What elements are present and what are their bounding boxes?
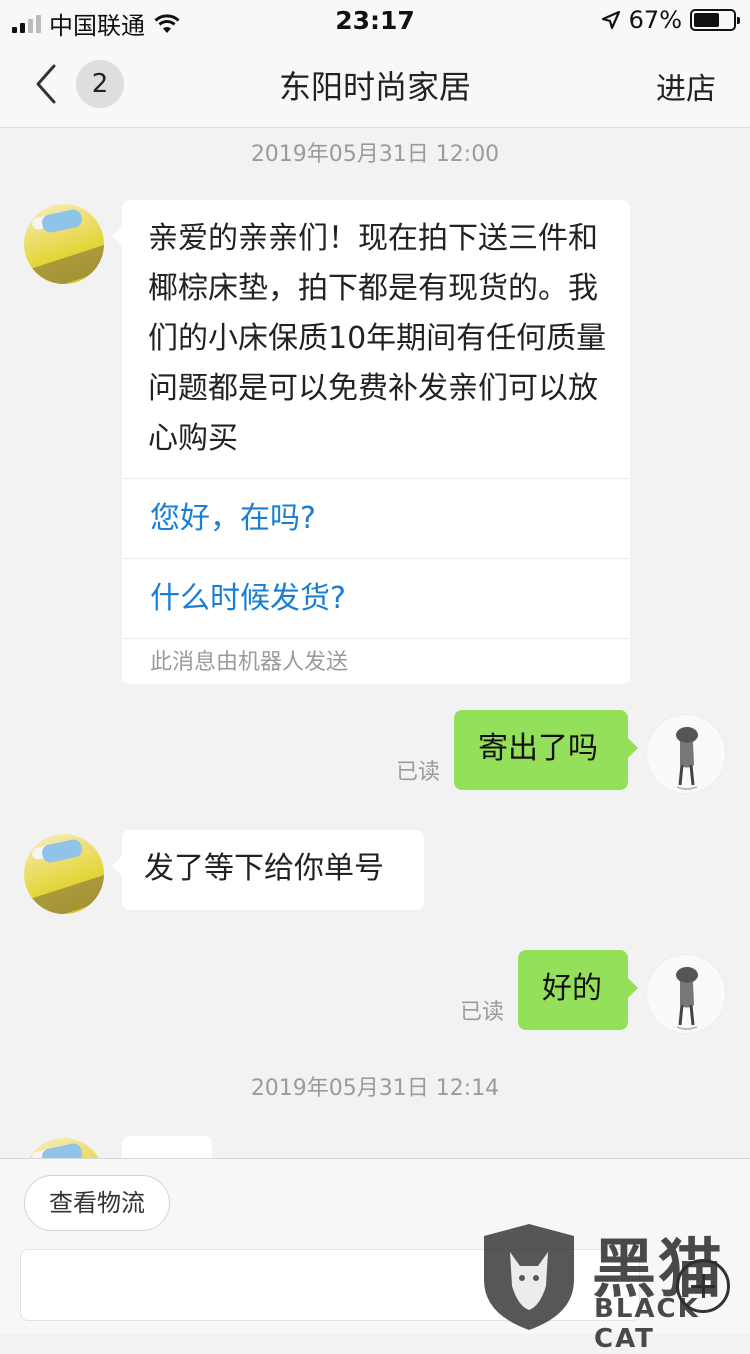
shop-avatar[interactable] xyxy=(24,204,104,284)
quick-reply-hello[interactable]: 您好，在吗? xyxy=(122,478,630,558)
location-arrow-icon xyxy=(601,10,620,30)
enter-store-button[interactable]: 进店 xyxy=(656,64,716,108)
view-logistics-button[interactable]: 查看物流 xyxy=(24,1175,170,1231)
outgoing-message-bubble[interactable]: 寄出了吗 xyxy=(454,710,638,790)
bottom-bar: 查看物流 xyxy=(0,1158,750,1334)
read-status: 已读 xyxy=(396,760,441,785)
robot-footer-note: 此消息由机器人发送 xyxy=(122,638,630,684)
status-bar: 中国联通 23:17 67% xyxy=(0,0,750,40)
message-input[interactable] xyxy=(20,1249,640,1321)
nav-bar: 2 东阳时尚家居 进店 xyxy=(0,40,750,128)
timestamp: 2019年05月31日 12:00 xyxy=(250,142,500,167)
quick-reply-shipping-time[interactable]: 什么时候发货? xyxy=(122,558,630,638)
robot-message-card: 亲爱的亲亲们！现在拍下送三件和椰棕床垫，拍下都是有现货的。我们的小床保质10年期… xyxy=(112,200,630,684)
chat-area[interactable]: 2019年05月31日 12:00 亲爱的亲亲们！现在拍下送三件和椰棕床垫，拍下… xyxy=(0,128,750,1158)
battery-percent: 67% xyxy=(628,6,682,34)
shop-avatar[interactable] xyxy=(24,834,104,914)
read-status: 已读 xyxy=(460,1000,505,1025)
battery-fill xyxy=(694,13,719,27)
status-right: 67% xyxy=(601,6,740,34)
incoming-message-bubble[interactable]: 发了等下给你单号 xyxy=(112,830,424,910)
battery-icon xyxy=(690,9,740,31)
user-avatar[interactable] xyxy=(646,714,726,794)
robot-message-text: 亲爱的亲亲们！现在拍下送三件和椰棕床垫，拍下都是有现货的。我们的小床保质10年期… xyxy=(148,221,607,456)
outgoing-message-bubble[interactable]: 好的 xyxy=(518,950,638,1030)
incoming-message-bubble-partial[interactable] xyxy=(122,1136,212,1158)
user-avatar-image xyxy=(676,727,698,790)
timestamp: 2019年05月31日 12:14 xyxy=(250,1076,500,1101)
user-avatar[interactable] xyxy=(646,954,726,1034)
shop-avatar[interactable] xyxy=(24,1138,104,1158)
user-avatar-image xyxy=(676,967,698,1030)
plus-circle-icon[interactable] xyxy=(676,1259,730,1313)
page-title: 东阳时尚家居 xyxy=(278,68,471,106)
